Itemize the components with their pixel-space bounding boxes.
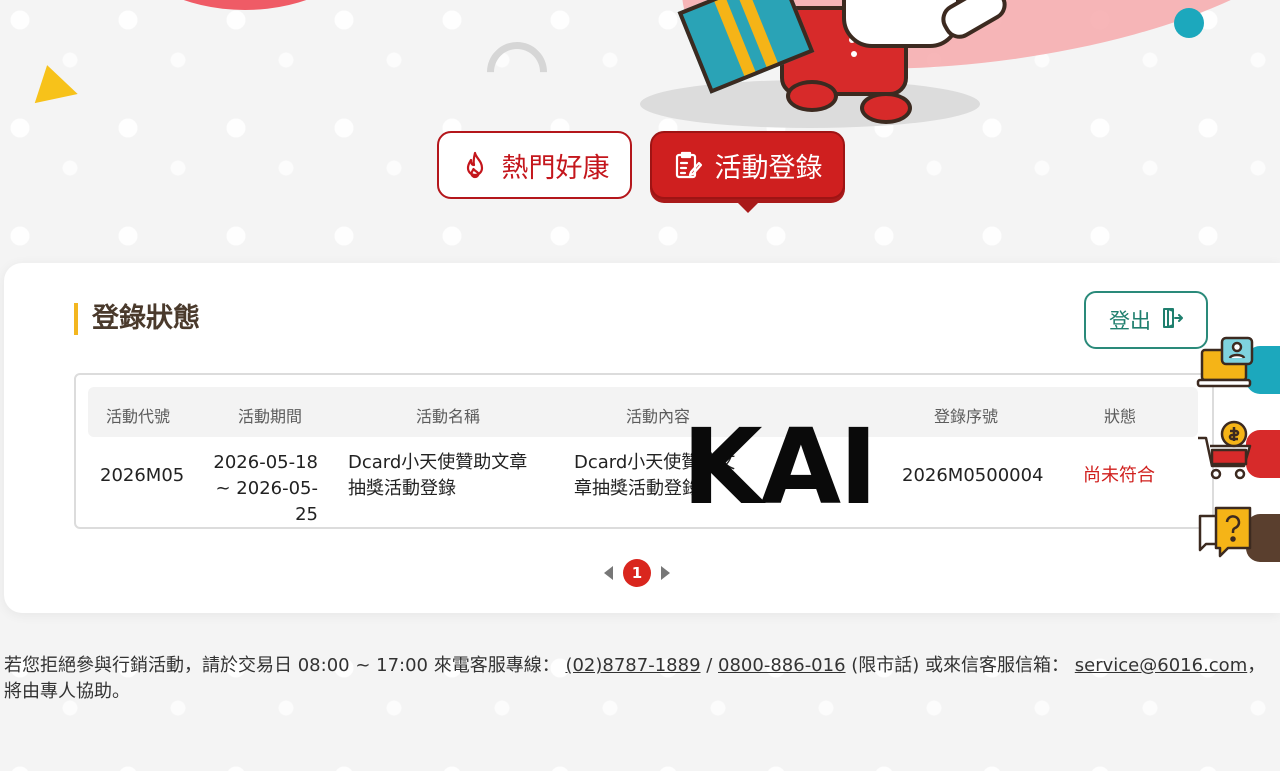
hero-blob-left xyxy=(130,0,360,10)
row-name: Dcard小天使贊助文章 抽獎活動登錄 xyxy=(348,450,527,502)
header-name: 活動名稱 xyxy=(415,407,480,426)
registration-table: 活動代號 活動期間 活動名稱 活動內容 登錄序號 狀態 2026M05 2026… xyxy=(74,373,1214,529)
tab-hot-deals-label: 熱門好康 xyxy=(501,152,610,184)
logout-label: 登出 xyxy=(1109,309,1151,333)
row-name-line2: 抽獎活動登錄 xyxy=(348,478,456,499)
phone-link-1[interactable]: (02)8787-1889 xyxy=(565,655,700,676)
fire-icon xyxy=(460,150,490,180)
tab-event-register[interactable]: 活動登錄 xyxy=(650,131,845,213)
float-shopping[interactable] xyxy=(1196,420,1280,480)
pagination: 1 xyxy=(604,559,670,587)
page-number-current[interactable]: 1 xyxy=(623,559,651,587)
row-name-line1: Dcard小天使贊助文章 xyxy=(348,452,528,473)
opt-out-notice: 若您拒絕參與行銷活動，請於交易日 08:00 ~ 17:00 來電客服專線： (… xyxy=(4,653,1280,705)
row-status: 尚未符合 xyxy=(1083,465,1155,486)
tab-hot-deals[interactable]: 熱門好康 xyxy=(437,131,632,199)
float-faq[interactable] xyxy=(1196,504,1280,562)
cart-coin-icon xyxy=(1196,420,1258,480)
notice-text-before: 若您拒絕參與行銷活動，請於交易日 08:00 ~ 17:00 來電客服專線： xyxy=(4,655,560,676)
header-code: 活動代號 xyxy=(105,407,170,426)
prev-page-icon[interactable] xyxy=(604,566,613,580)
row-period-end: ~ 2026-05-25 xyxy=(215,478,318,525)
watermark-text: KAI xyxy=(682,406,878,528)
notice-phone2-note: (限市話) 或來信客服信箱： xyxy=(845,655,1070,676)
row-period: 2026-05-18 ~ 2026-05-25 xyxy=(206,450,318,528)
header-serial: 登錄序號 xyxy=(933,407,998,426)
email-link[interactable]: service@6016.com xyxy=(1075,655,1247,676)
tab-event-register-label: 活動登錄 xyxy=(714,152,823,184)
logout-button[interactable]: 登出 xyxy=(1084,291,1208,349)
float-customer-service[interactable] xyxy=(1196,336,1280,394)
decor-dot xyxy=(1174,8,1204,38)
phone-link-2[interactable]: 0800-886-016 xyxy=(718,655,846,676)
mascot-foot-right xyxy=(860,92,912,124)
header-status: 狀態 xyxy=(1103,407,1136,426)
header-period: 活動期間 xyxy=(237,407,302,426)
logout-icon xyxy=(1161,307,1183,334)
row-period-start: 2026-05-18 xyxy=(213,452,318,473)
notice-separator: / xyxy=(700,655,719,676)
question-chat-icon xyxy=(1196,504,1258,560)
row-code: 2026M05 xyxy=(100,465,185,486)
section-title: 登錄狀態 xyxy=(74,303,200,335)
row-serial: 2026M0500004 xyxy=(902,465,1044,486)
customer-service-icon xyxy=(1196,336,1258,392)
edit-checklist-icon xyxy=(673,150,703,180)
table-header: 活動代號 活動期間 活動名稱 活動內容 登錄序號 狀態 xyxy=(88,387,1198,437)
mascot-foot-left xyxy=(786,80,838,112)
decor-triangle xyxy=(34,65,84,115)
promo-tabs: 熱門好康 活動登錄 xyxy=(437,131,845,213)
next-page-icon[interactable] xyxy=(661,566,670,580)
decor-arc xyxy=(474,29,560,115)
